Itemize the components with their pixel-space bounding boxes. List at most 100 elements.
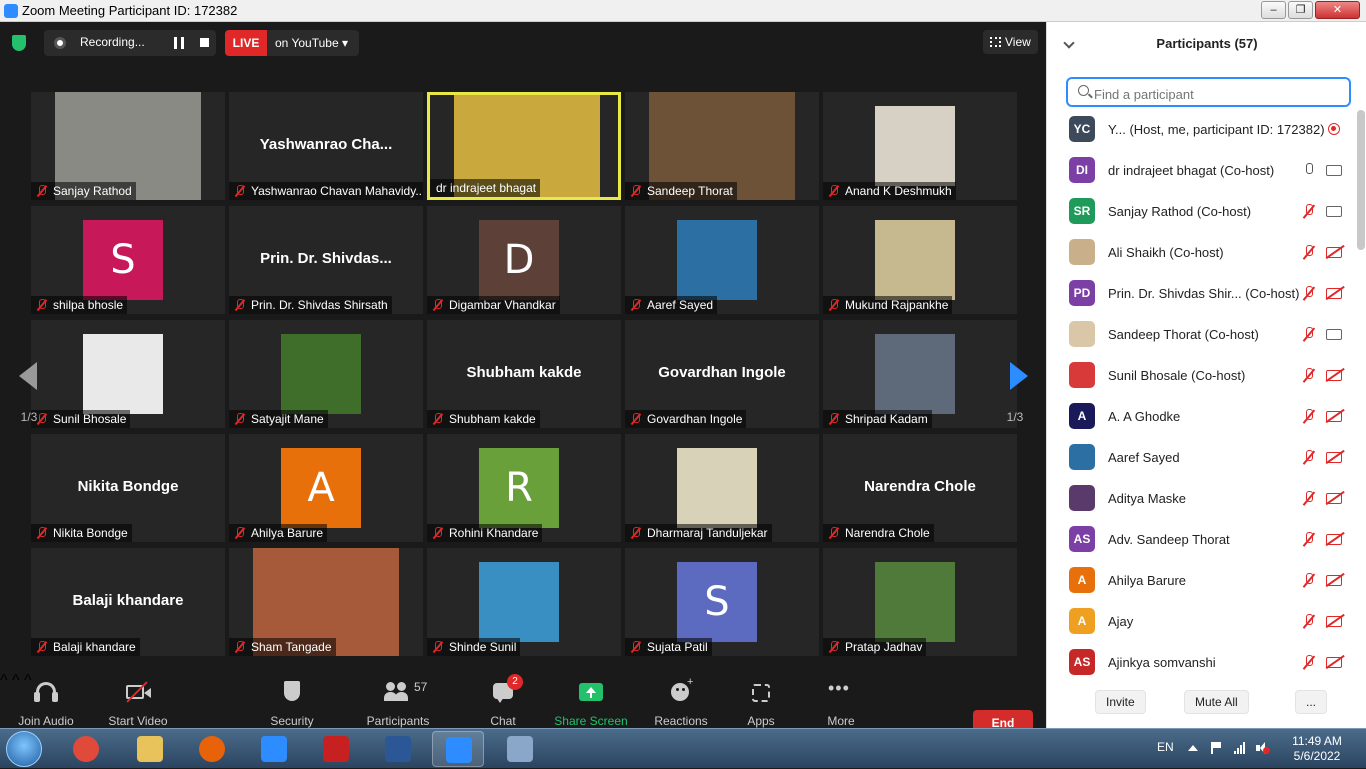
- panel-more-button[interactable]: ...: [1295, 690, 1328, 714]
- participant-row[interactable]: Aditya Maske: [1047, 479, 1357, 520]
- taskbar-app-button[interactable]: [60, 731, 112, 767]
- pause-recording-icon[interactable]: [174, 37, 184, 49]
- find-participant-input[interactable]: [1066, 77, 1351, 107]
- camera-off-icon[interactable]: [1326, 370, 1342, 381]
- video-tile[interactable]: Sshilpa bhosle: [31, 206, 225, 314]
- taskbar-app-button[interactable]: [372, 731, 424, 767]
- mic-muted-icon[interactable]: [1302, 327, 1316, 343]
- video-tile[interactable]: Pratap Jadhav: [823, 548, 1017, 656]
- participant-row[interactable]: A Ahilya Barure: [1047, 561, 1357, 602]
- video-tile[interactable]: Sunil Bhosale: [31, 320, 225, 428]
- camera-icon[interactable]: [1326, 165, 1342, 176]
- previous-page-button[interactable]: 1/3: [14, 338, 44, 428]
- video-tile[interactable]: Shripad Kadam: [823, 320, 1017, 428]
- camera-off-icon[interactable]: [1326, 247, 1342, 258]
- video-tile[interactable]: Sandeep Thorat: [625, 92, 819, 200]
- minimize-button[interactable]: –: [1261, 1, 1286, 19]
- participant-row[interactable]: A A. A Ghodke: [1047, 397, 1357, 438]
- mic-muted-icon[interactable]: [1302, 245, 1316, 261]
- participant-row[interactable]: Sandeep Thorat (Co-host): [1047, 315, 1357, 356]
- view-button[interactable]: View: [983, 30, 1038, 54]
- livestream-target[interactable]: on YouTube ▾: [275, 36, 348, 50]
- video-tile[interactable]: Mukund Rajpankhe: [823, 206, 1017, 314]
- mic-muted-icon[interactable]: [1302, 655, 1316, 671]
- network-signal-icon[interactable]: [1234, 742, 1246, 754]
- participant-row[interactable]: A Ajay: [1047, 602, 1357, 643]
- video-tile[interactable]: Satyajit Mane: [229, 320, 423, 428]
- video-tile[interactable]: Balaji khandare Balaji khandare: [31, 548, 225, 656]
- camera-icon[interactable]: [1326, 329, 1342, 340]
- video-tile[interactable]: Dharmaraj Tanduljekar: [625, 434, 819, 542]
- camera-icon[interactable]: [1326, 206, 1342, 217]
- taskbar-app-button[interactable]: [494, 731, 546, 767]
- volume-muted-icon[interactable]: [1256, 742, 1270, 754]
- participant-row[interactable]: AS Ajinkya somvanshi: [1047, 643, 1357, 684]
- participant-avatar: [1069, 239, 1095, 265]
- mic-muted-icon[interactable]: [1302, 614, 1316, 630]
- close-button[interactable]: ✕: [1315, 1, 1360, 19]
- mic-muted-icon[interactable]: [1302, 491, 1316, 507]
- stop-recording-icon[interactable]: [200, 38, 209, 47]
- show-hidden-icons-icon[interactable]: [1188, 745, 1198, 751]
- mic-muted-icon[interactable]: [1302, 409, 1316, 425]
- maximize-button[interactable]: ❐: [1288, 1, 1313, 19]
- mic-muted-icon[interactable]: [1302, 204, 1316, 220]
- mic-muted-icon[interactable]: [1302, 573, 1316, 589]
- livestream-indicator[interactable]: LIVE on YouTube ▾: [225, 30, 359, 56]
- windows-start-icon[interactable]: [6, 731, 42, 767]
- participant-row[interactable]: PD Prin. Dr. Shivdas Shir... (Co-host): [1047, 274, 1357, 315]
- video-tile[interactable]: Nikita Bondge Nikita Bondge: [31, 434, 225, 542]
- mic-icon[interactable]: [1302, 163, 1316, 179]
- next-page-button[interactable]: 1/3: [1000, 338, 1030, 428]
- participant-row[interactable]: SR Sanjay Rathod (Co-host): [1047, 192, 1357, 233]
- participant-row[interactable]: Ali Shaikh (Co-host): [1047, 233, 1357, 274]
- camera-off-icon[interactable]: [1326, 575, 1342, 586]
- video-tile[interactable]: Narendra Chole Narendra Chole: [823, 434, 1017, 542]
- taskbar-app-button[interactable]: [186, 731, 238, 767]
- taskbar-app-button[interactable]: [432, 731, 484, 767]
- camera-off-icon[interactable]: [1326, 657, 1342, 668]
- language-indicator[interactable]: EN: [1157, 740, 1174, 754]
- participant-row[interactable]: Aaref Sayed: [1047, 438, 1357, 479]
- participant-list-scrollbar[interactable]: [1357, 110, 1365, 250]
- camera-off-icon[interactable]: [1326, 452, 1342, 463]
- camera-off-icon[interactable]: [1326, 493, 1342, 504]
- video-tile[interactable]: Yashwanrao Cha... Yashwanrao Chavan Mahav…: [229, 92, 423, 200]
- participant-row[interactable]: YC Y... (Host, me, participant ID: 172382…: [1047, 110, 1357, 151]
- video-tile[interactable]: Prin. Dr. Shivdas... Prin. Dr. Shivdas Sh…: [229, 206, 423, 314]
- video-tile[interactable]: Sham Tangade: [229, 548, 423, 656]
- camera-off-icon[interactable]: [1326, 534, 1342, 545]
- invite-button[interactable]: Invite: [1095, 690, 1146, 714]
- tile-name-bar: Aaref Sayed: [625, 296, 718, 314]
- video-tile[interactable]: R Rohini Khandare: [427, 434, 621, 542]
- mic-muted-icon[interactable]: [1302, 286, 1316, 302]
- participant-row[interactable]: AS Adv. Sandeep Thorat: [1047, 520, 1357, 561]
- mute-all-button[interactable]: Mute All: [1184, 690, 1249, 714]
- camera-off-icon[interactable]: [1326, 288, 1342, 299]
- mic-muted-icon[interactable]: [1302, 368, 1316, 384]
- video-tile[interactable]: Shinde Sunil: [427, 548, 621, 656]
- taskbar-app-button[interactable]: [248, 731, 300, 767]
- video-tile[interactable]: S Sujata Patil: [625, 548, 819, 656]
- video-tile[interactable]: Sanjay Rathod: [31, 92, 225, 200]
- video-tile[interactable]: A Ahilya Barure: [229, 434, 423, 542]
- mic-muted-icon[interactable]: [1302, 450, 1316, 466]
- mic-muted-icon[interactable]: [1302, 532, 1316, 548]
- camera-off-icon[interactable]: [1326, 411, 1342, 422]
- taskbar-clock[interactable]: 11:49 AM 5/6/2022: [1284, 734, 1350, 764]
- video-tile[interactable]: Anand K Deshmukh: [823, 92, 1017, 200]
- action-center-flag-icon[interactable]: [1210, 742, 1222, 754]
- camera-off-icon[interactable]: [1326, 616, 1342, 627]
- video-tile[interactable]: Govardhan Ingole Govardhan Ingole: [625, 320, 819, 428]
- encryption-shield-icon[interactable]: [12, 35, 26, 51]
- audio-options-caret[interactable]: ^: [0, 672, 8, 689]
- participant-row[interactable]: Sunil Bhosale (Co-host): [1047, 356, 1357, 397]
- video-tile[interactable]: dr indrajeet bhagat: [427, 92, 621, 200]
- live-badge: LIVE: [225, 30, 267, 56]
- video-tile[interactable]: Shubham kakde Shubham kakde: [427, 320, 621, 428]
- taskbar-app-button[interactable]: [124, 731, 176, 767]
- participant-row[interactable]: DI dr indrajeet bhagat (Co-host): [1047, 151, 1357, 192]
- video-tile[interactable]: D Digambar Vhandkar: [427, 206, 621, 314]
- taskbar-app-button[interactable]: [310, 731, 362, 767]
- video-tile[interactable]: Aaref Sayed: [625, 206, 819, 314]
